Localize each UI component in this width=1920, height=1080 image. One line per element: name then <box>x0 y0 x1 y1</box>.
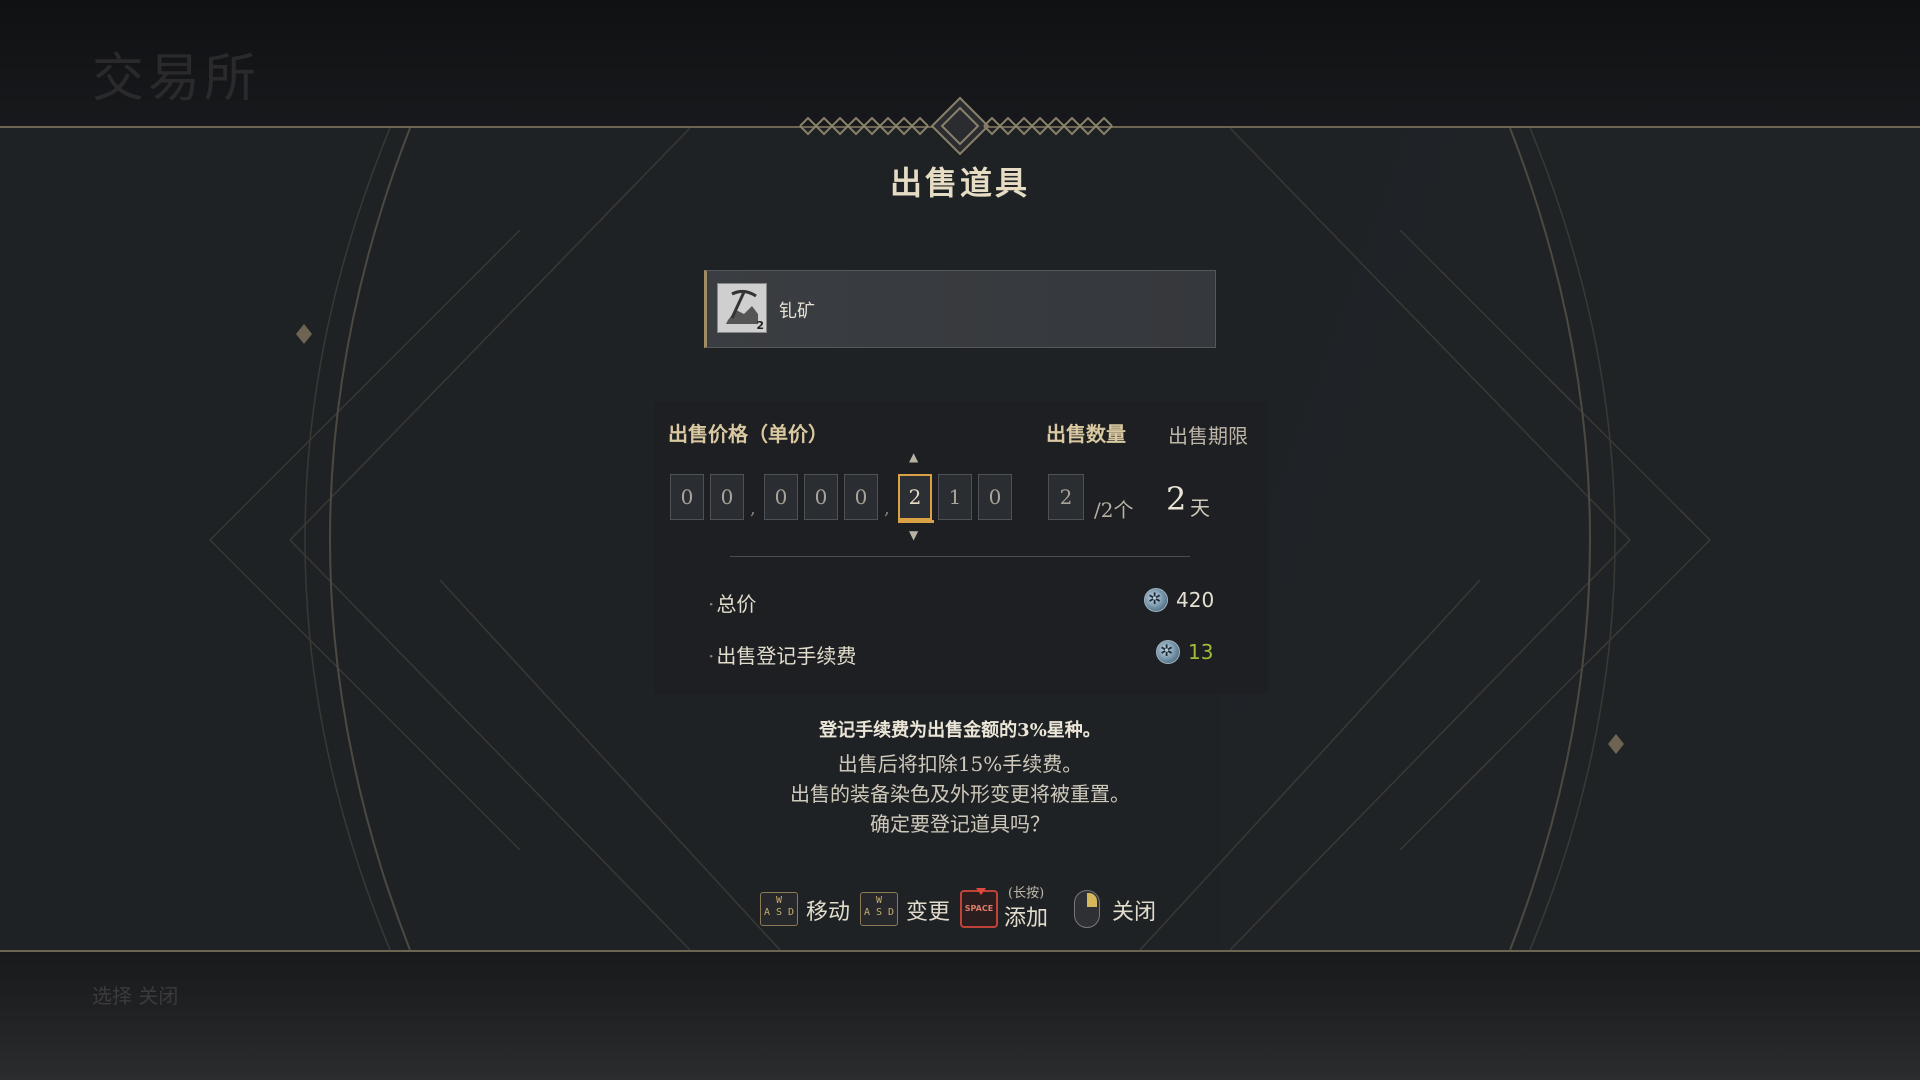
period-value[interactable]: 2 <box>1166 480 1186 518</box>
price-digit[interactable]: 0 <box>710 474 744 520</box>
price-digit-selected[interactable]: 2 <box>898 474 932 520</box>
ornament-icon <box>799 96 1113 156</box>
period-unit: 天 <box>1190 496 1210 520</box>
digit-increase-arrow-icon[interactable]: ▲ <box>909 450 918 464</box>
price-digit[interactable]: 0 <box>978 474 1012 520</box>
longpress-label: (长按) <box>1008 886 1045 901</box>
wasd-key-icon: WA S D <box>860 892 898 926</box>
digit-decrease-arrow-icon[interactable]: ▼ <box>909 528 918 542</box>
registration-fee-value: 13 <box>1188 640 1214 664</box>
mouse-right-click-icon <box>1074 890 1100 928</box>
wasd-key-icon: WA S D <box>760 892 798 926</box>
quantity-input[interactable]: 2 <box>1048 474 1084 520</box>
star-seed-coin-icon <box>1144 588 1168 612</box>
price-digit[interactable]: 0 <box>804 474 838 520</box>
close-hint-label: 关闭 <box>1112 900 1157 925</box>
dialog-title: 出售道具 <box>889 164 1030 202</box>
digit-separator: , <box>750 498 756 519</box>
digit-separator: , <box>884 498 890 519</box>
quantity-label: 出售数量 <box>1046 422 1126 446</box>
price-digit[interactable]: 0 <box>764 474 798 520</box>
reset-note: 出售的装备染色及外形变更将被重置。 <box>790 782 1130 806</box>
ore-pickaxe-icon: 2 <box>717 283 767 333</box>
registration-fee-label: · 出售登记手续费 <box>708 644 857 668</box>
quantity-max: /2个 <box>1094 498 1134 522</box>
confirm-question: 确定要登记道具吗？ <box>870 812 1050 836</box>
item-quantity-badge: 2 <box>756 319 764 332</box>
item-name: 钆矿 <box>779 301 815 322</box>
item-slot: 2 钆矿 <box>704 270 1216 348</box>
move-hint-label: 移动 <box>806 900 851 925</box>
selected-digit-underline <box>898 520 934 523</box>
price-digit[interactable]: 0 <box>670 474 704 520</box>
commission-note: 出售后将扣除15%手续费。 <box>837 752 1083 776</box>
fee-note: 登记手续费为出售金额的3%星种。 <box>819 720 1101 741</box>
total-price-label: · 总价 <box>708 592 757 616</box>
price-digit[interactable]: 0 <box>844 474 878 520</box>
price-digit[interactable]: 1 <box>938 474 972 520</box>
period-label: 出售期限 <box>1168 424 1248 448</box>
space-key-icon: SPACE <box>960 888 998 928</box>
add-hint-label: 添加 <box>1004 906 1049 931</box>
form-divider <box>730 556 1190 557</box>
total-price-value: 420 <box>1176 588 1215 612</box>
star-seed-coin-icon <box>1156 640 1180 664</box>
price-label: 出售价格（单价） <box>668 422 828 446</box>
change-hint-label: 变更 <box>906 900 951 925</box>
